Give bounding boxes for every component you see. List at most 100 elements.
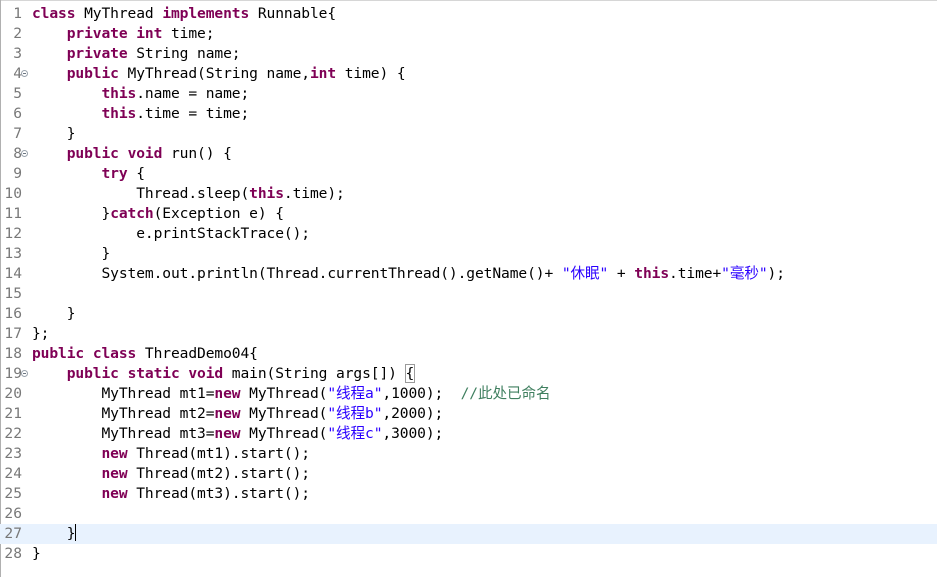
keyword-token: private (66, 45, 128, 62)
keyword-token: this (634, 265, 670, 282)
line-number: 25 (4, 485, 22, 502)
fold-collapse-icon[interactable] (21, 150, 28, 157)
code-editor[interactable]: 1 class MyThread implements Runnable{2 pr… (0, 4, 937, 564)
code-line[interactable]: 7 } (0, 124, 937, 144)
code-token: MyThread mt3= (32, 425, 215, 442)
code-line[interactable]: 8 public void run() { (0, 144, 937, 164)
keyword-token: public (32, 345, 85, 362)
code-text: private String name; (32, 44, 241, 64)
fold-collapse-icon[interactable] (21, 70, 28, 77)
code-token: Thread(mt3).start(); (127, 485, 310, 502)
line-number: 24 (4, 465, 22, 482)
code-line[interactable]: 5 this.name = name; (0, 84, 937, 104)
text-caret (75, 524, 77, 541)
code-token: Runnable{ (249, 5, 337, 22)
code-line[interactable]: 23 new Thread(mt1).start(); (0, 444, 937, 464)
keyword-token: catch (110, 205, 154, 222)
line-number: 1 (13, 5, 22, 22)
code-text: MyThread mt3=new MyThread("线程c",3000); (32, 424, 443, 444)
keyword-token: new (214, 385, 241, 402)
code-token: String name; (127, 45, 241, 62)
code-line[interactable]: 9 try { (0, 164, 937, 184)
code-text: new Thread(mt3).start(); (32, 484, 311, 504)
code-text: this.time = time; (32, 104, 250, 124)
code-token: (Exception e) { (153, 205, 284, 222)
keyword-token: this (101, 85, 137, 102)
code-token: time) { (336, 65, 406, 82)
line-number: 14 (4, 265, 22, 282)
line-number: 3 (13, 45, 22, 62)
code-line[interactable]: 10 Thread.sleep(this.time); (0, 184, 937, 204)
code-text: public static void main(String args[]) { (32, 364, 416, 384)
keyword-token: void (127, 145, 163, 162)
keyword-token: new (101, 465, 128, 482)
code-line[interactable]: 27 } (0, 524, 937, 544)
code-line[interactable]: 6 this.time = time; (0, 104, 937, 124)
string-token: "线程c" (327, 425, 383, 442)
line-number: 28 (4, 545, 22, 562)
code-token: } (32, 525, 76, 542)
keyword-token: new (214, 425, 241, 442)
code-token: System.out.println(Thread.currentThread(… (32, 265, 562, 282)
code-line[interactable]: 1 class MyThread implements Runnable{ (0, 4, 937, 24)
code-line[interactable]: 16 } (0, 304, 937, 324)
code-text: }; (32, 324, 49, 344)
line-number: 23 (4, 445, 22, 462)
keyword-token: public (66, 65, 119, 82)
line-number: 6 (13, 105, 22, 122)
line-number: 4 (13, 65, 22, 82)
line-number: 15 (4, 285, 22, 302)
code-line[interactable]: 14 System.out.println(Thread.currentThre… (0, 264, 937, 284)
keyword-token: class (32, 5, 76, 22)
code-line[interactable]: 11 }catch(Exception e) { (0, 204, 937, 224)
code-text: MyThread mt2=new MyThread("线程b",2000); (32, 404, 443, 424)
keyword-token: public (66, 145, 119, 162)
code-line[interactable]: 26 (0, 504, 937, 524)
code-token: time; (162, 25, 215, 42)
code-line[interactable]: 20 MyThread mt1=new MyThread("线程a",1000)… (0, 384, 937, 404)
line-number: 12 (4, 225, 22, 242)
code-token: MyThread (75, 5, 163, 22)
keyword-token: new (101, 445, 128, 462)
line-number: 8 (13, 145, 22, 162)
code-line[interactable]: 17}; (0, 324, 937, 344)
code-text: Thread.sleep(this.time); (32, 184, 345, 204)
code-token: main(String args[]) (223, 365, 406, 382)
code-line[interactable]: 24 new Thread(mt2).start(); (0, 464, 937, 484)
code-token: Thread(mt2).start(); (127, 465, 310, 482)
code-line[interactable]: 4 public MyThread(String name,int time) … (0, 64, 937, 84)
code-line[interactable]: 21 MyThread mt2=new MyThread("线程b",2000)… (0, 404, 937, 424)
keyword-token: this (249, 185, 284, 202)
code-line[interactable]: 15 (0, 284, 937, 304)
code-line[interactable]: 2 private int time; (0, 24, 937, 44)
line-number: 9 (13, 165, 22, 182)
string-token: "休眠" (561, 265, 609, 282)
code-line[interactable]: 22 MyThread mt3=new MyThread("线程c",3000)… (0, 424, 937, 444)
keyword-token: static (127, 365, 180, 382)
code-text: public class ThreadDemo04{ (32, 344, 258, 364)
code-text: }catch(Exception e) { (32, 204, 284, 224)
code-text: e.printStackTrace(); (32, 224, 310, 244)
editor-top-border (0, 0, 937, 1)
code-line[interactable]: 19 public static void main(String args[]… (0, 364, 937, 384)
code-line[interactable]: 12 e.printStackTrace(); (0, 224, 937, 244)
code-line[interactable]: 18 public class ThreadDemo04{ (0, 344, 937, 364)
code-token: Thread(mt1).start(); (127, 445, 310, 462)
code-token: MyThread(String name, (118, 65, 311, 82)
code-line[interactable]: 25 new Thread(mt3).start(); (0, 484, 937, 504)
code-text: private int time; (32, 24, 215, 44)
code-line[interactable]: 28} (0, 544, 937, 564)
line-number: 10 (4, 185, 22, 202)
line-number: 21 (4, 405, 22, 422)
code-token: ,2000); (382, 405, 444, 422)
code-line[interactable]: 13 } (0, 244, 937, 264)
code-token: ,1000); (382, 385, 461, 402)
fold-collapse-icon[interactable] (21, 370, 28, 377)
code-line[interactable]: 3 private String name; (0, 44, 937, 64)
code-token: }; (32, 325, 50, 342)
